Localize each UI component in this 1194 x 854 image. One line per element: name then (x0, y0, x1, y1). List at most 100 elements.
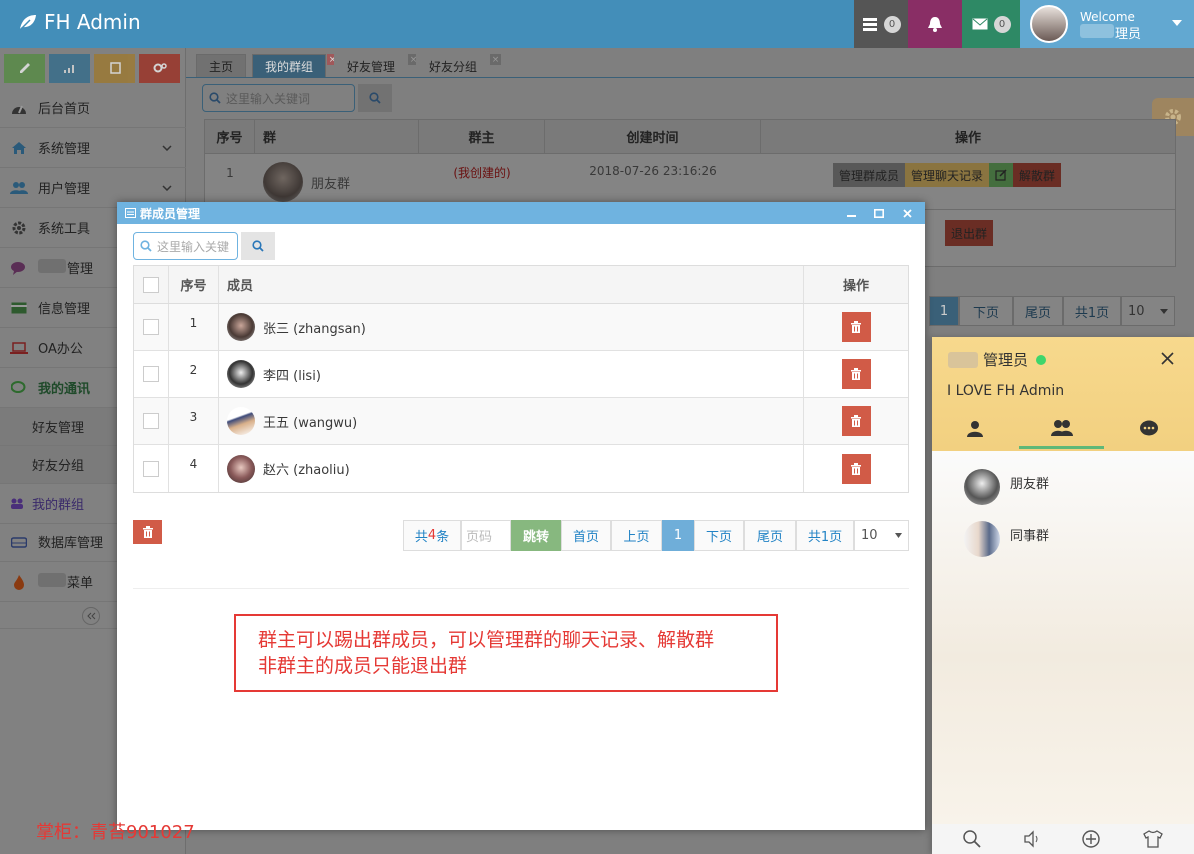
row-checkbox[interactable] (143, 460, 159, 477)
plus-circle-icon[interactable] (1081, 829, 1101, 849)
member-name: 李四 (lisi) (263, 368, 321, 384)
col-header: 群主 (419, 120, 545, 153)
minimize-icon[interactable] (843, 205, 859, 221)
manage-chat-records-button[interactable]: 管理聊天记录 (905, 163, 990, 187)
volume-icon[interactable] (1023, 830, 1041, 848)
messages-nav[interactable]: 0 (962, 0, 1020, 48)
sidebar-item-label: 管理 (67, 262, 94, 277)
online-status-dot (1036, 354, 1047, 365)
page-last[interactable]: 尾页 (744, 520, 796, 551)
tab-groups[interactable] (1019, 409, 1104, 449)
tab-recent-chats[interactable] (1106, 409, 1191, 449)
search-icon[interactable] (962, 829, 982, 849)
member-name: 王五 (wangwu) (263, 415, 358, 431)
group-cell: 朋友群 (263, 162, 350, 202)
hdd-icon (10, 536, 28, 548)
page-current[interactable]: 1 (662, 520, 694, 551)
search-icon (140, 240, 152, 252)
kick-member-button[interactable] (841, 312, 871, 342)
page-size-select[interactable]: 10 (1121, 296, 1175, 326)
page-next[interactable]: 下页 (694, 520, 744, 551)
chat-bubble-icon (1139, 420, 1159, 438)
maximize-icon[interactable] (871, 205, 887, 221)
page-first[interactable]: 首页 (561, 520, 611, 551)
sidebar-item-system[interactable]: 系统管理 (0, 128, 186, 168)
tasks-nav[interactable]: 0 (854, 0, 908, 48)
group-avatar (964, 521, 1000, 557)
kick-member-button[interactable] (841, 406, 871, 436)
chevron-down-icon (162, 144, 172, 151)
group-icon (1050, 419, 1074, 437)
brand[interactable]: FH Admin (18, 10, 141, 34)
dissolve-group-button[interactable]: 解散群 (1013, 163, 1062, 187)
member-name: 张三 (zhangsan) (263, 321, 366, 337)
row-checkbox[interactable] (143, 413, 159, 429)
page-size-select[interactable]: 10 (854, 520, 909, 551)
tab-friends[interactable] (932, 409, 1017, 449)
page-prev[interactable]: 上页 (611, 520, 662, 551)
page-total: 共1页 (796, 520, 854, 551)
page-size-value: 10 (861, 528, 878, 543)
shortcut-cogs-button[interactable] (139, 53, 180, 83)
quit-group-button[interactable]: 退出群 (945, 220, 994, 246)
bell-icon (927, 16, 943, 32)
kick-member-button[interactable] (841, 453, 871, 484)
tasks-icon (862, 17, 878, 31)
jump-button[interactable]: 跳转 (511, 520, 561, 551)
kick-member-button[interactable] (841, 359, 871, 389)
row-actions (804, 351, 908, 397)
members-search-input[interactable]: 这里输入关键 (133, 232, 238, 260)
chat-toolbar (932, 824, 1194, 854)
group-name[interactable]: 朋友群 (311, 173, 350, 192)
manage-members-button[interactable]: 管理群成员 (833, 163, 906, 187)
tab-my-groups[interactable]: 我的群组 × (252, 54, 339, 78)
notifications-nav[interactable] (908, 0, 962, 48)
user-menu[interactable]: Welcome 理员 (1020, 0, 1194, 48)
edit-button[interactable] (989, 163, 1014, 187)
page-last[interactable]: 尾页 (1013, 296, 1063, 326)
groups-search-input[interactable]: 这里输入关键词 (202, 84, 355, 112)
caret-down-icon (895, 533, 902, 538)
close-icon[interactable] (899, 205, 915, 221)
trash-icon (851, 415, 861, 427)
list-item[interactable]: 同事群 (964, 517, 1049, 561)
close-icon[interactable] (1161, 352, 1174, 365)
page-number-input[interactable]: 页码 (461, 520, 511, 551)
row-checkbox[interactable] (143, 366, 159, 382)
sidebar-item-label: 系统工具 (38, 222, 91, 237)
members-table: 序号 成员 操作 1 张三 (zhangsan) 2 李四 (lisi) 3 王… (133, 265, 909, 493)
skin-tshirt-icon[interactable] (1142, 830, 1164, 848)
group-icon (8, 498, 26, 510)
shortcut-pencil-button[interactable] (4, 53, 45, 83)
select-all-checkbox[interactable] (143, 276, 159, 293)
table-row: 3 王五 (wangwu) (134, 398, 908, 445)
tab-friends[interactable]: 好友管理 × (334, 54, 420, 78)
collapse-sidebar-button[interactable] (82, 607, 100, 625)
member-avatar (227, 313, 255, 341)
col-header: 序号 (205, 120, 255, 153)
batch-delete-button[interactable] (133, 520, 162, 544)
page-next[interactable]: 下页 (959, 296, 1013, 326)
row-checkbox[interactable] (143, 319, 159, 335)
close-tab-icon[interactable]: × (490, 54, 502, 65)
list-item[interactable]: 朋友群 (964, 465, 1049, 509)
shortcut-book-button[interactable] (94, 53, 135, 83)
sidebar-item-home[interactable]: 后台首页 (0, 88, 186, 128)
shortcut-signal-button[interactable] (49, 53, 90, 83)
row-check-cell (134, 398, 169, 444)
row-number: 3 (169, 398, 219, 444)
sidebar-item-label: 我的群组 (32, 498, 85, 513)
row-check-cell (134, 351, 169, 397)
user-icon (966, 420, 984, 438)
row-number: 4 (169, 445, 219, 492)
members-search-button[interactable] (241, 232, 275, 260)
sidebar-subitem-label: 好友分组 (32, 459, 85, 474)
search-placeholder: 这里输入关键词 (226, 91, 311, 106)
tab-friend-groups[interactable]: 好友分组 × (416, 54, 502, 78)
tachometer-icon (10, 101, 28, 115)
chat-username: 管理员 (983, 351, 1029, 369)
groups-search-button[interactable] (358, 84, 392, 112)
page-current[interactable]: 1 (929, 296, 959, 326)
top-navbar: FH Admin 0 0 Welcome 理员 (0, 0, 1194, 48)
tab-home[interactable]: 主页 (196, 54, 247, 78)
